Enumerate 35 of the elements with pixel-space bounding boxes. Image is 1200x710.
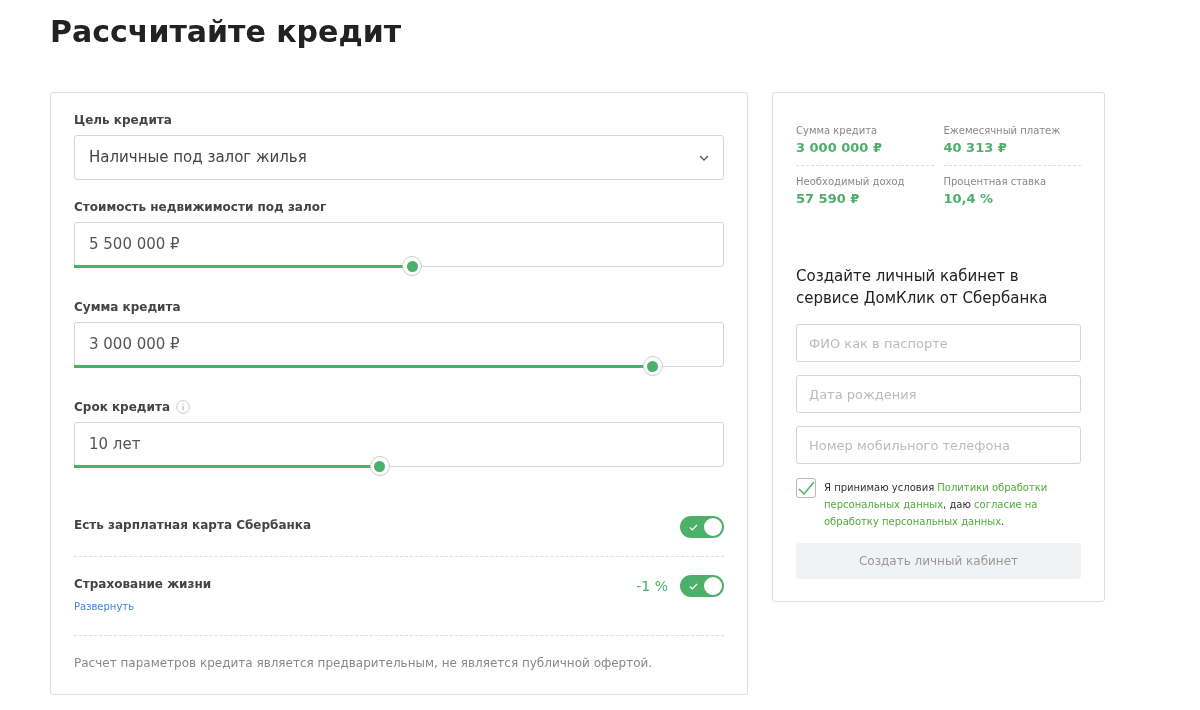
stat-value: 3 000 000 ₽ [796, 139, 883, 157]
toggle-label: Есть зарплатная карта Сбербанка [74, 517, 312, 534]
consent-checkbox[interactable] [796, 478, 816, 498]
slider-thumb[interactable] [402, 256, 422, 276]
check-icon [797, 480, 815, 497]
stat-label: Сумма кредита [796, 124, 879, 138]
signup-heading: Создайте личный кабинет в сервисе ДомКлик от Сбербанка [796, 266, 1049, 309]
check-icon [689, 583, 698, 590]
input-field[interactable]: ФИО как в паспорте [796, 324, 1081, 362]
field-label: Стоимость недвижимости под залог [74, 199, 327, 216]
field-label: Цель кредита [74, 112, 173, 129]
disclaimer-text: Расчет параметров кредита является предварительным, не является публичной офертой. [74, 655, 654, 672]
slider-thumb[interactable] [369, 456, 390, 476]
toggle-switch[interactable] [680, 575, 724, 597]
stat-label: Необходимый доход [796, 174, 906, 189]
expand-link[interactable]: Развернуть [74, 599, 135, 614]
toggle-label: Страхование жизни [74, 576, 212, 593]
slider-thumb[interactable] [642, 356, 663, 376]
check-icon [689, 524, 698, 531]
info-icon[interactable] [176, 400, 190, 414]
input-field[interactable]: Номер мобильного телефона [796, 426, 1081, 464]
field-label: Сумма кредита [74, 299, 181, 316]
chevron-down-icon [699, 154, 709, 161]
stat-value: 10,4 % [943, 189, 995, 208]
stat-value: 40 313 ₽ [943, 139, 1008, 157]
field-label: Срок кредита [74, 399, 170, 416]
stat-value: 57 590 ₽ [796, 189, 861, 208]
consent-text: Я принимаю условия Политики обработки персональных данных, даю согласие на обработку персональных данных. [824, 481, 1049, 529]
stat-label: Процентная ставка [943, 174, 1048, 189]
stat-label: Ежемесячный платеж [943, 124, 1062, 138]
page-title: Рассчитайте кредит [50, 13, 403, 51]
input-field[interactable]: Дата рождения [796, 375, 1081, 413]
discount-text: -1 % [636, 577, 668, 596]
toggle-switch[interactable] [680, 516, 724, 538]
purpose-dropdown[interactable]: Наличные под залог жилья [74, 135, 724, 180]
